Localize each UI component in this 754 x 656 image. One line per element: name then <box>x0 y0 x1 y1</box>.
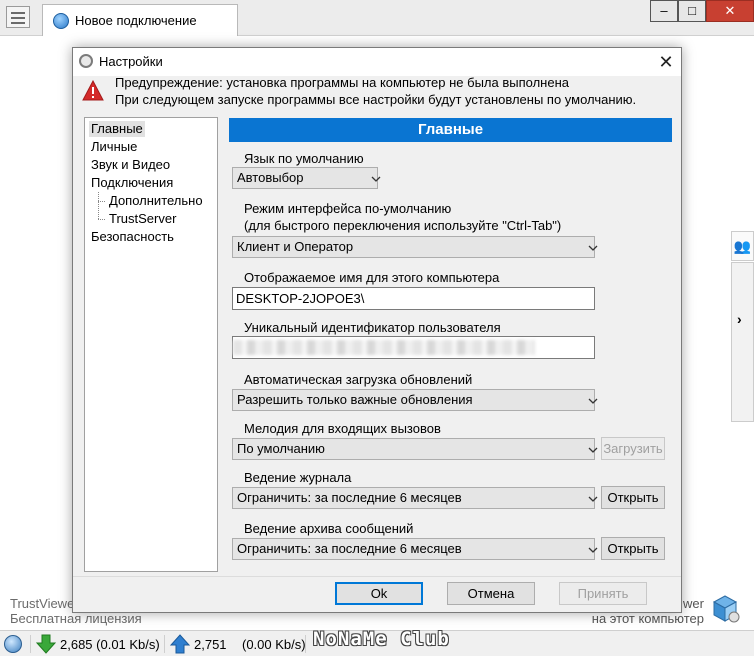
mode-select[interactable]: Клиент и Оператор <box>232 236 598 258</box>
dialog-title: Настройки <box>99 54 163 69</box>
display-name-input[interactable]: DESKTOP-2JOPOE3\ <box>232 287 595 310</box>
open-archive-button[interactable]: Открыть <box>601 537 665 560</box>
download-stats: 2,685 (0.01 Kb/s) <box>60 637 160 652</box>
ringtone-label: Мелодия для входящих вызовов <box>244 421 441 436</box>
warning-icon <box>82 80 104 101</box>
tab-label: Новое подключение <box>75 13 197 28</box>
status-divider <box>30 635 31 653</box>
log-label: Ведение журнала <box>244 470 352 485</box>
download-arrow-icon <box>36 634 56 654</box>
open-log-button[interactable]: Открыть <box>601 486 665 509</box>
nav-item-trustserver[interactable]: TrustServer <box>107 211 178 227</box>
ringtone-select[interactable]: По умолчанию <box>232 438 598 460</box>
nav-item-personal[interactable]: Личные <box>89 139 139 155</box>
network-icon <box>4 635 22 653</box>
tree-line <box>98 201 105 202</box>
archive-value: Ограничить: за последние 6 месяцев <box>237 541 462 556</box>
nav-item-audio-video[interactable]: Звук и Видео <box>89 157 172 173</box>
log-value: Ограничить: за последние 6 месяцев <box>237 490 462 505</box>
nav-item-connections[interactable]: Подключения <box>89 175 175 191</box>
status-divider <box>164 635 165 653</box>
nav-item-general[interactable]: Главные <box>89 121 145 137</box>
footer-divider <box>73 576 681 577</box>
chevron-right-icon: › <box>737 311 742 327</box>
language-value: Автовыбор <box>237 170 304 185</box>
side-panel-toggle[interactable]: › <box>731 262 754 422</box>
dialog-close-icon[interactable]: ✕ <box>655 51 677 73</box>
uid-label: Уникальный идентификатор пользователя <box>244 320 501 335</box>
tree-line <box>98 219 105 220</box>
uid-redacted <box>233 340 535 355</box>
package-icon[interactable] <box>708 590 742 624</box>
ringtone-value: По умолчанию <box>237 441 325 456</box>
section-title: Главные <box>229 118 672 142</box>
log-select[interactable]: Ограничить: за последние 6 месяцев <box>232 487 598 509</box>
mode-hint: (для быстрого переключения используйте "… <box>244 218 562 233</box>
close-button[interactable]: ✕ <box>706 0 754 22</box>
globe-icon <box>53 13 69 29</box>
language-select[interactable]: Автовыбор <box>232 167 381 189</box>
settings-dialog: Настройки ✕ Предупреждение: установка пр… <box>72 47 682 613</box>
warning-text: Предупреждение: установка программы на к… <box>115 75 569 90</box>
main-topbar: Новое подключение <box>0 0 754 36</box>
menu-icon[interactable] <box>6 6 30 28</box>
mode-value: Клиент и Оператор <box>237 239 354 254</box>
contacts-icon[interactable]: 👥 <box>731 231 754 261</box>
apply-button[interactable]: Принять <box>559 582 647 605</box>
dialog-titlebar[interactable]: Настройки ✕ <box>73 48 681 76</box>
ok-button[interactable]: Ok <box>335 582 423 605</box>
uid-input[interactable] <box>232 336 595 359</box>
cancel-button[interactable]: Отмена <box>447 582 535 605</box>
tree-line <box>98 192 99 219</box>
display-name-label: Отображаемое имя для этого компьютера <box>244 270 500 285</box>
status-divider <box>305 635 306 653</box>
minimize-button[interactable]: – <box>650 0 678 22</box>
updates-label: Автоматическая загрузка обновлений <box>244 372 473 387</box>
settings-nav: Главные Личные Звук и Видео Подключения … <box>84 117 218 572</box>
upload-count: 2,751 <box>194 637 227 652</box>
maximize-button[interactable]: □ <box>678 0 706 22</box>
archive-select[interactable]: Ограничить: за последние 6 месяцев <box>232 538 598 560</box>
updates-select[interactable]: Разрешить только важные обновления <box>232 389 598 411</box>
archive-label: Ведение архива сообщений <box>244 521 414 536</box>
language-label: Язык по умолчанию <box>244 151 364 166</box>
upload-rate: (0.00 Kb/s) <box>242 637 306 652</box>
nav-item-security[interactable]: Безопасность <box>89 229 176 245</box>
updates-value: Разрешить только важные обновления <box>237 392 473 407</box>
watermark: NoNaMe Club <box>313 628 450 650</box>
remote-line-2: на этот компьютер <box>591 611 704 626</box>
load-ringtone-button[interactable]: Загрузить <box>601 437 665 460</box>
mode-label: Режим интерфейса по-умолчанию <box>244 201 452 216</box>
license-text: Бесплатная лицензия <box>10 611 142 626</box>
tab-new-connection[interactable]: Новое подключение <box>42 4 238 36</box>
warning-text: При следующем запуске программы все наст… <box>115 92 637 107</box>
settings-icon <box>79 54 93 68</box>
nav-item-advanced[interactable]: Дополнительно <box>107 193 205 209</box>
upload-arrow-icon <box>170 634 190 654</box>
